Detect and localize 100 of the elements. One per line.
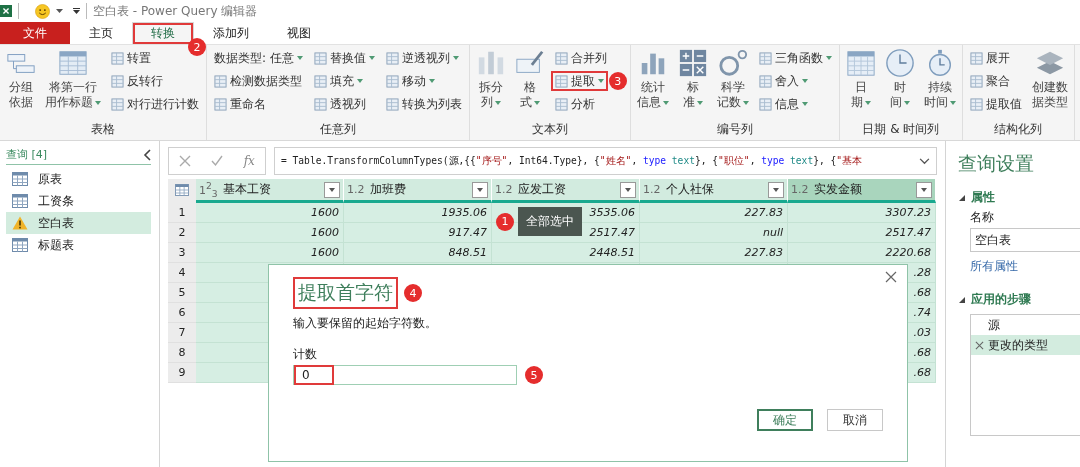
filter-dropdown[interactable] [768, 181, 784, 198]
ribbon-button[interactable]: 日 期 [842, 48, 879, 121]
ribbon-button[interactable]: 分析 [550, 94, 599, 114]
caret-icon [428, 79, 435, 83]
grid-icon [313, 74, 327, 88]
ribbon-button[interactable]: 逆透视列 [381, 48, 463, 68]
column-header[interactable]: 1.2 加班费 [344, 179, 492, 203]
query-item[interactable]: 空白表 [6, 212, 151, 234]
table-cell: 227.83 [640, 243, 788, 263]
ribbon-button[interactable]: 数据类型: 任意 [210, 48, 307, 68]
customize-caret-icon[interactable] [73, 8, 80, 14]
caret-icon [533, 100, 540, 105]
section-heading: 应用的步骤 [971, 291, 1031, 308]
row-number: 4 [168, 263, 196, 283]
ribbon-button[interactable]: 转换为列表 [381, 94, 466, 114]
grid-icon [969, 97, 983, 111]
name-field[interactable]: 空白表 [970, 228, 1080, 252]
ribbon-button[interactable]: 替换值 [309, 48, 379, 68]
ribbon-tab[interactable]: 视图 [268, 22, 330, 44]
calendar-icon [845, 48, 876, 78]
filter-dropdown[interactable] [916, 181, 932, 198]
query-item[interactable]: 工资条 [6, 190, 151, 212]
row-number: 6 [168, 303, 196, 323]
ribbon-button[interactable]: 标 准 [674, 48, 711, 121]
ribbon-button[interactable]: 科学 记数 [713, 48, 752, 121]
table-menu-button[interactable] [168, 179, 196, 203]
caret-icon[interactable] [56, 9, 63, 13]
ribbon-button[interactable]: 将第一行 用作标题 [42, 48, 104, 121]
ribbon-button[interactable]: 重命名 [210, 94, 270, 114]
table-cell: 2448.51 [492, 243, 640, 263]
filter-dropdown[interactable] [324, 181, 340, 198]
ribbon-button[interactable]: 提取 [550, 71, 608, 91]
table-cell: null [640, 223, 788, 243]
warning-icon [12, 216, 28, 230]
filter-dropdown[interactable] [620, 181, 636, 198]
caret-icon [597, 79, 604, 83]
applied-step[interactable]: 更改的类型 [971, 335, 1080, 355]
ribbon-button[interactable]: 合并列 [550, 48, 611, 68]
count-field[interactable]: 0 [293, 365, 517, 385]
ribbon-button[interactable]: 检测数据类型 [210, 71, 306, 91]
check-icon[interactable] [211, 155, 224, 167]
table-icon [12, 172, 28, 186]
ok-button[interactable]: 确定 [757, 409, 813, 431]
field-label: 名称 [970, 209, 995, 226]
expand-triangle-icon[interactable] [958, 193, 966, 202]
grid-icon [111, 97, 124, 111]
ribbon-button[interactable]: 统计 信息 [633, 48, 672, 121]
row-number: 7 [168, 323, 196, 343]
grid-icon [554, 74, 568, 88]
expand-icon[interactable] [919, 157, 930, 165]
pane-title: 查询设置 [958, 151, 1035, 176]
query-item[interactable]: 标题表 [6, 234, 151, 256]
caret-icon [801, 102, 808, 106]
ribbon-button[interactable]: 格 式 [511, 48, 548, 121]
emoji-icon[interactable] [35, 3, 50, 19]
ribbon-tab[interactable]: 转换 [132, 22, 194, 44]
ribbon-button[interactable]: 聚合 [965, 71, 1014, 91]
expand-triangle-icon[interactable] [958, 295, 966, 304]
ribbon-button[interactable]: 拆分 列 [472, 48, 509, 121]
caret-icon [356, 79, 363, 83]
query-item[interactable]: 原表 [6, 168, 151, 190]
column-header[interactable]: 1.2 个人社保 [640, 179, 788, 203]
ribbon-tab[interactable]: 主页 [70, 22, 132, 44]
ribbon-button[interactable]: 舍入 [754, 71, 812, 91]
ribbon-button[interactable]: 信息 [754, 94, 812, 114]
cancel-button[interactable]: 取消 [827, 409, 883, 431]
table-cell: 3307.23 [788, 203, 936, 223]
column-header[interactable]: 1.2 实发金额 [788, 179, 936, 203]
ribbon-button[interactable]: 转置 [107, 48, 155, 68]
close-icon[interactable] [885, 271, 897, 283]
grid-icon [313, 97, 327, 111]
all-properties-link[interactable]: 所有属性 [970, 258, 1080, 275]
ribbon-button[interactable]: 时 间 [881, 48, 918, 121]
fx-label[interactable]: fx [243, 154, 255, 168]
group-label: 表格 [90, 121, 116, 138]
ribbon-tab[interactable]: 文件 [0, 22, 70, 44]
filter-dropdown[interactable] [472, 181, 488, 198]
ribbon-button[interactable]: 反转行 [107, 71, 167, 91]
ribbon-button[interactable]: 填充 [309, 71, 367, 91]
ribbon-button[interactable]: 透视列 [309, 94, 370, 114]
grid-icon [969, 74, 983, 88]
ribbon-button[interactable]: 移动 [381, 71, 439, 91]
column-header[interactable]: 1$^{2}$$_{3}$ 基本工资 [196, 179, 344, 203]
ribbon-button[interactable]: 创建数 据类型 [1028, 48, 1071, 121]
collapse-icon[interactable] [143, 148, 151, 161]
ribbon-button[interactable]: 分组 依据 [3, 48, 39, 121]
ribbon-button[interactable]: 展开 [965, 48, 1014, 68]
ribbon-button[interactable]: 对行进行计数 [107, 94, 203, 114]
column-header[interactable]: 1.2 应发工资 [492, 179, 640, 203]
ribbon-button[interactable]: 持续 时间 [920, 48, 959, 121]
table-cell: 227.83 [640, 203, 788, 223]
caret-icon [696, 100, 703, 105]
ribbon-button[interactable]: 提取值 [965, 94, 1026, 114]
table-cell: 2220.68 [788, 243, 936, 263]
table-icon [175, 183, 189, 196]
grid-icon [758, 74, 772, 88]
ribbon-button[interactable]: 三角函数 [754, 48, 836, 68]
delete-icon[interactable] [975, 340, 984, 350]
applied-step[interactable]: 源 [971, 315, 1080, 335]
clock-icon [884, 48, 915, 78]
